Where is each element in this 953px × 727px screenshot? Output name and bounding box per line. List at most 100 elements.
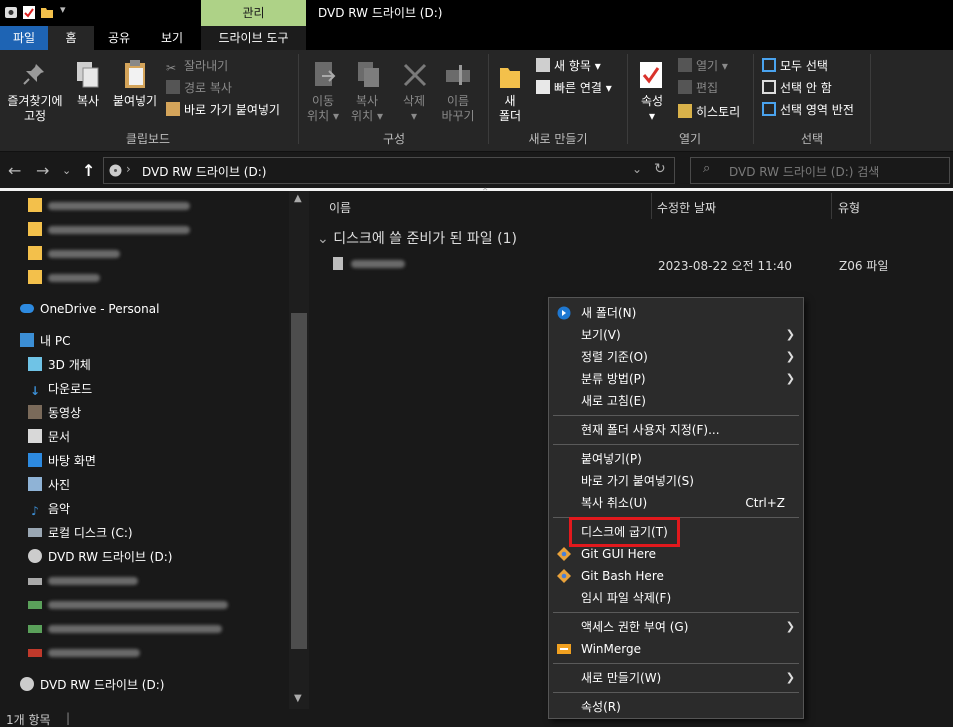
menu-item-delete-temp-files[interactable]: 임시 파일 삭제(F) bbox=[549, 587, 803, 609]
copy-path-icon bbox=[166, 80, 180, 94]
back-arrow-icon[interactable]: ← bbox=[8, 161, 21, 180]
copy-button[interactable]: 복사 bbox=[70, 94, 106, 109]
address-bar[interactable]: › DVD RW 드라이브 (D:) ⌄ ↻ bbox=[103, 157, 675, 184]
column-header-modified[interactable]: 수정한 날짜 bbox=[657, 199, 716, 216]
nav-item-music[interactable]: ♪ 음악 bbox=[28, 498, 70, 520]
nav-item-blurred[interactable] bbox=[28, 267, 100, 289]
properties-check-icon[interactable] bbox=[22, 4, 36, 20]
file-row[interactable]: 2023-08-22 오전 11:40 Z06 파일 bbox=[311, 253, 953, 275]
nav-item-blurred[interactable] bbox=[28, 219, 190, 241]
menu-label: 현재 폴더 사용자 지정(F)... bbox=[581, 423, 720, 437]
nav-item-local-disk[interactable]: 로컬 디스크 (C:) bbox=[28, 522, 133, 544]
menu-label: Git Bash Here bbox=[581, 569, 664, 583]
menu-item-paste[interactable]: 붙여넣기(P) bbox=[549, 448, 803, 470]
paste-shortcut-button[interactable]: 바로 가기 붙여넣기 bbox=[166, 100, 280, 120]
refresh-icon[interactable]: ↻ bbox=[654, 161, 666, 177]
nav-music-label: 음악 bbox=[48, 502, 71, 516]
group-divider bbox=[870, 54, 871, 144]
menu-item-refresh[interactable]: 새로 고침(E) bbox=[549, 390, 803, 412]
nav-item-dvd-drive-root[interactable]: DVD RW 드라이브 (D:) bbox=[20, 674, 164, 696]
nav-item-onedrive[interactable]: OneDrive - Personal bbox=[20, 298, 159, 320]
up-arrow-icon[interactable]: ↑ bbox=[82, 161, 95, 180]
paste-button[interactable]: 붙여넣기 bbox=[108, 94, 162, 109]
menu-item-undo-copy[interactable]: 복사 취소(U) Ctrl+Z bbox=[549, 492, 803, 514]
select-none-label: 선택 안 함 bbox=[780, 81, 832, 95]
menu-item-sort-by[interactable]: 정렬 기준(O) ❯ bbox=[549, 346, 803, 368]
tab-share[interactable]: 공유 bbox=[94, 26, 144, 50]
cut-button[interactable]: ✂ 잘라내기 bbox=[166, 56, 228, 76]
new-folder-icon bbox=[557, 306, 571, 320]
new-item-button[interactable]: 새 항목 ▾ bbox=[536, 56, 601, 76]
group-header[interactable]: ⌄ 디스크에 쓸 준비가 된 파일 (1) bbox=[317, 228, 517, 248]
menu-separator bbox=[553, 415, 799, 416]
nav-item-blurred[interactable] bbox=[28, 618, 222, 640]
nav-item-this-pc[interactable]: 내 PC bbox=[20, 330, 70, 352]
menu-item-new[interactable]: 새로 만들기(W) ❯ bbox=[549, 667, 803, 689]
move-to-button[interactable]: 이동 위치 ▾ bbox=[302, 94, 344, 124]
quick-access-dropdown-icon[interactable]: ▾ bbox=[60, 3, 66, 16]
menu-item-give-access[interactable]: 액세스 권한 부여 (G) ❯ bbox=[549, 616, 803, 638]
system-menu-icon[interactable] bbox=[4, 4, 18, 20]
nav-item-videos[interactable]: 동영상 bbox=[28, 402, 81, 424]
nav-scrollbar-thumb[interactable] bbox=[291, 313, 307, 649]
open-button[interactable]: 열기 ▾ bbox=[678, 56, 728, 76]
tab-home[interactable]: 홈 bbox=[48, 26, 94, 50]
menu-item-group-by[interactable]: 분류 방법(P) ❯ bbox=[549, 368, 803, 390]
nav-item-blurred[interactable] bbox=[28, 594, 228, 616]
address-dropdown-icon[interactable]: ⌄ bbox=[632, 162, 642, 176]
nav-item-blurred[interactable] bbox=[28, 195, 190, 217]
pin-label-line1: 즐겨찾기에 bbox=[7, 94, 63, 108]
address-path[interactable]: DVD RW 드라이브 (D:) bbox=[142, 163, 266, 180]
menu-item-winmerge[interactable]: WinMerge bbox=[549, 638, 803, 660]
pin-to-quick-access-button[interactable]: 즐겨찾기에 고정 bbox=[2, 94, 68, 124]
nav-item-blurred[interactable] bbox=[28, 570, 138, 592]
copy-icon bbox=[77, 62, 99, 88]
nav-item-desktop[interactable]: 바탕 화면 bbox=[28, 450, 96, 472]
tab-manage[interactable]: 관리 bbox=[201, 0, 306, 26]
desktop-icon bbox=[28, 453, 42, 467]
scroll-up-icon[interactable]: ▲ bbox=[294, 193, 302, 204]
menu-item-properties[interactable]: 속성(R) bbox=[549, 696, 803, 718]
menu-separator bbox=[553, 444, 799, 445]
menu-item-git-bash[interactable]: Git Bash Here bbox=[549, 565, 803, 587]
select-none-button[interactable]: 선택 안 함 bbox=[762, 78, 832, 98]
menu-item-new-folder[interactable]: 새 폴더(N) bbox=[549, 302, 803, 324]
column-divider[interactable] bbox=[651, 193, 652, 219]
easy-access-button[interactable]: 빠른 연결 ▾ bbox=[536, 78, 612, 98]
nav-item-downloads[interactable]: ↓ 다운로드 bbox=[28, 378, 92, 400]
nav-item-documents[interactable]: 문서 bbox=[28, 426, 70, 448]
tab-view[interactable]: 보기 bbox=[144, 26, 200, 50]
forward-arrow-icon[interactable]: → bbox=[36, 161, 49, 180]
column-header-type[interactable]: 유형 bbox=[838, 199, 860, 216]
easy-access-label: 빠른 연결 bbox=[554, 81, 602, 95]
copy-to-button[interactable]: 복사 위치 ▾ bbox=[346, 94, 388, 124]
collapse-chevron-icon[interactable]: ⌄ bbox=[317, 231, 329, 247]
delete-button[interactable]: 삭제 ▾ bbox=[396, 94, 432, 124]
menu-item-customize-folder[interactable]: 현재 폴더 사용자 지정(F)... bbox=[549, 419, 803, 441]
properties-button[interactable]: 속성 ▾ bbox=[632, 94, 672, 124]
recent-locations-chevron-icon[interactable]: ⌄ bbox=[62, 164, 71, 177]
submenu-arrow-icon: ❯ bbox=[785, 328, 795, 341]
menu-item-paste-shortcut[interactable]: 바로 가기 붙여넣기(S) bbox=[549, 470, 803, 492]
column-divider[interactable] bbox=[831, 193, 832, 219]
menu-item-view[interactable]: 보기(V) ❯ bbox=[549, 324, 803, 346]
search-box[interactable]: ⌕ DVD RW 드라이브 (D:) 검색 bbox=[690, 157, 950, 184]
tab-drive-tools[interactable]: 드라이브 도구 bbox=[201, 26, 306, 50]
tab-file[interactable]: 파일 bbox=[0, 26, 48, 50]
nav-item-dvd-drive[interactable]: DVD RW 드라이브 (D:) bbox=[28, 546, 172, 568]
rename-button[interactable]: 이름 바꾸기 bbox=[436, 94, 480, 124]
nav-item-blurred[interactable] bbox=[28, 243, 120, 265]
sort-up-icon: ⌃ bbox=[481, 187, 490, 198]
edit-button[interactable]: 편집 bbox=[678, 78, 718, 98]
nav-item-3d-objects[interactable]: 3D 개체 bbox=[28, 354, 91, 376]
new-folder-quick-icon[interactable] bbox=[40, 4, 54, 20]
scroll-down-icon[interactable]: ▼ bbox=[294, 693, 302, 704]
new-folder-button[interactable]: 새 폴더 bbox=[490, 94, 530, 124]
column-header-name[interactable]: 이름 bbox=[329, 199, 351, 216]
history-button[interactable]: 히스토리 bbox=[678, 102, 740, 122]
invert-selection-button[interactable]: 선택 영역 반전 bbox=[762, 100, 854, 120]
select-all-button[interactable]: 모두 선택 bbox=[762, 56, 828, 76]
copy-path-button[interactable]: 경로 복사 bbox=[166, 78, 232, 98]
nav-item-blurred[interactable] bbox=[28, 642, 140, 664]
nav-item-pictures[interactable]: 사진 bbox=[28, 474, 70, 496]
